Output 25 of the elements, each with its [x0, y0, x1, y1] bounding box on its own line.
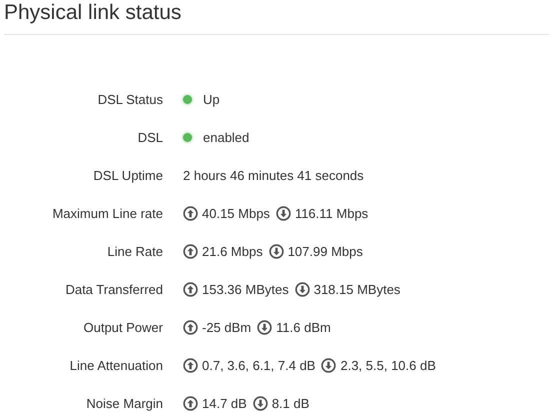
row-label: DSL: [136, 130, 163, 144]
row-label: Data Transferred: [64, 282, 163, 296]
status-value: Up: [203, 92, 220, 106]
downstream-value: 11.6 dBm: [276, 320, 331, 334]
downstream-value: 2.3, 5.5, 10.6 dB: [340, 358, 436, 372]
upstream-value: 40.15 Mbps: [202, 206, 270, 220]
upstream-value: 14.7 dB: [202, 396, 247, 410]
row-label: DSL Uptime: [92, 168, 163, 182]
row-label: Noise Margin: [85, 396, 163, 410]
upstream-value: -25 dBm: [202, 320, 252, 334]
downstream-value: 318.15 MBytes: [314, 282, 400, 296]
row-label: Maximum Line rate: [51, 206, 163, 220]
row-label: DSL Status: [96, 92, 163, 106]
downstream-value: 8.1 dB: [272, 396, 310, 410]
upstream-value: 21.6 Mbps: [202, 244, 263, 258]
row-value: 2 hours 46 minutes 41 seconds: [183, 168, 364, 182]
upstream-value: 153.36 MBytes: [202, 282, 289, 296]
upstream-value: 0.7, 3.6, 6.1, 7.4 dB: [202, 358, 316, 372]
downstream-value: 107.99 Mbps: [288, 244, 363, 258]
section-title: Physical link status: [3, 0, 182, 25]
downstream-value: 116.11 Mbps: [294, 206, 368, 220]
row-label: Output Power: [82, 320, 163, 334]
row-label: Line Rate: [106, 244, 163, 258]
status-value: enabled: [203, 130, 250, 144]
row-label: Line Attenuation: [68, 358, 163, 372]
